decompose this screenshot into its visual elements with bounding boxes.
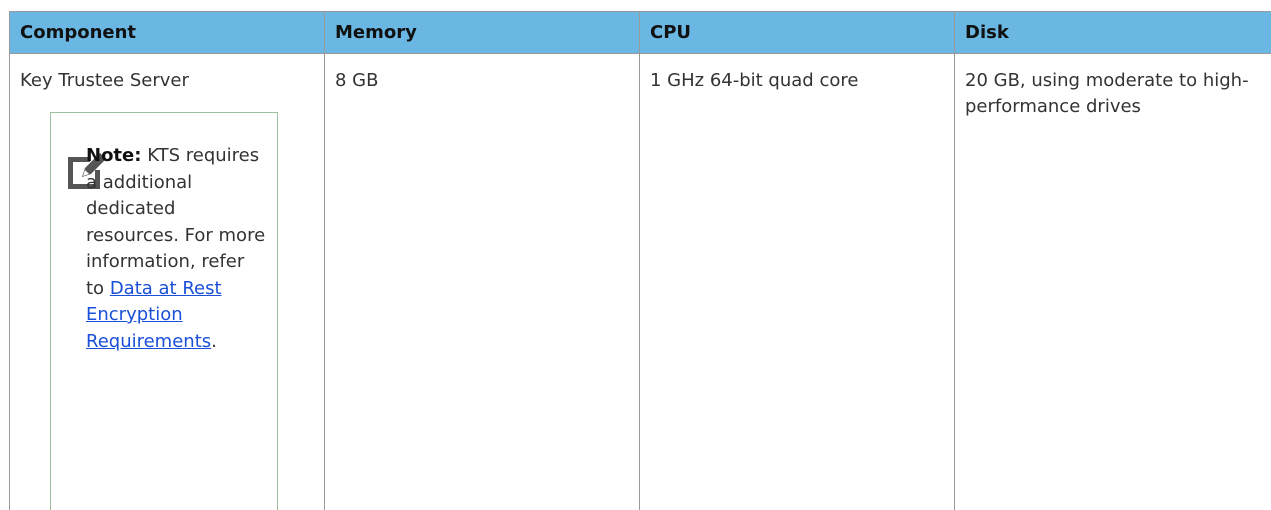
header-cpu: CPU: [639, 11, 955, 54]
note-label: Note:: [86, 145, 142, 166]
component-name: Key Trustee Server: [20, 70, 189, 91]
note-text: Note: KTS requires a additional dedicate…: [86, 143, 266, 355]
hardware-requirements-table: Component Memory CPU Disk Key Trustee Se…: [9, 11, 1271, 510]
header-memory: Memory: [324, 11, 640, 54]
page: Component Memory CPU Disk Key Trustee Se…: [0, 0, 1271, 510]
header-disk: Disk: [954, 11, 1271, 54]
header-component: Component: [9, 11, 325, 54]
note-box: Note: KTS requires a additional dedicate…: [50, 112, 278, 510]
note-body: KTS requires a additional dedicated reso…: [86, 145, 266, 299]
cell-component: Key Trustee Server Note: KTS requires a …: [9, 53, 325, 510]
table-row: Key Trustee Server Note: KTS requires a …: [9, 53, 1271, 510]
table-header-row: Component Memory CPU Disk: [9, 11, 1271, 54]
cell-disk: 20 GB, using moderate to high-performanc…: [954, 53, 1271, 510]
cell-cpu: 1 GHz 64-bit quad core: [639, 53, 955, 510]
cell-memory: 8 GB: [324, 53, 640, 510]
note-trailing-period: .: [211, 330, 217, 352]
data-at-rest-encryption-link[interactable]: Data at Rest Encryption Requirements: [86, 278, 222, 352]
